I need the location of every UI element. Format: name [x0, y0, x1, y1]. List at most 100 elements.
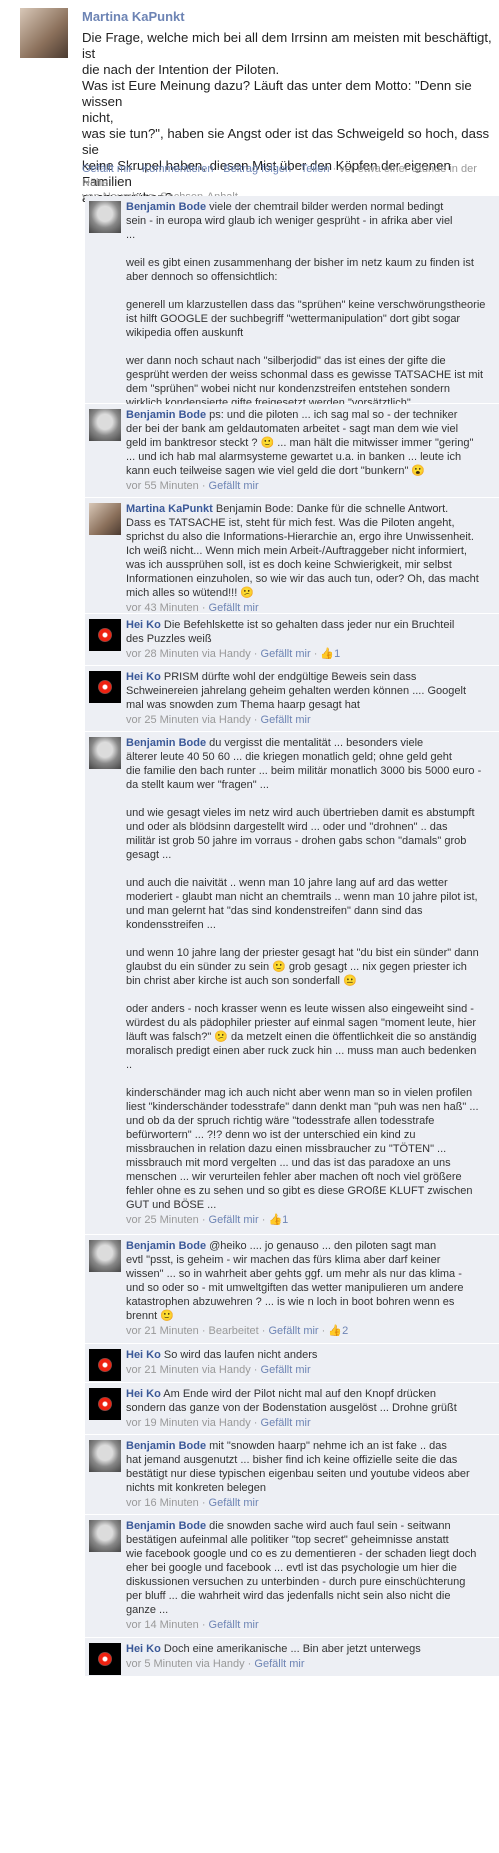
comment-meta: vor 5 Minuten via Handy · Gefällt mir	[126, 1657, 494, 1671]
comment-content: PRISM dürfte wohl der endgültige Beweis …	[126, 671, 467, 711]
comment-text: Hei Ko PRISM dürfte wohl der endgültige …	[126, 670, 494, 712]
comment-text: Hei Ko Die Befehlskette ist so gehalten …	[126, 618, 494, 646]
comment-time: vor 25 Minuten	[126, 1214, 199, 1226]
comment-content: Benjamin Bode: Danke für die schnelle An…	[126, 503, 479, 599]
comment-author[interactable]: Benjamin Bode	[126, 1240, 206, 1252]
avatar[interactable]	[89, 1440, 121, 1472]
avatar[interactable]	[89, 409, 121, 441]
like-link[interactable]: Gefällt mir	[209, 1497, 259, 1509]
like-link[interactable]: Gefällt mir	[261, 1417, 311, 1429]
comment-link[interactable]: Kommentieren	[142, 163, 214, 175]
like-link[interactable]: Gefällt mir	[268, 1325, 318, 1337]
comment-time: vor 5 Minuten via Handy	[126, 1658, 245, 1670]
comment: Hei Ko PRISM dürfte wohl der endgültige …	[85, 666, 499, 732]
comment-list: Benjamin Bode viele der chemtrail bilder…	[85, 196, 499, 1677]
comment: Benjamin Bode viele der chemtrail bilder…	[85, 196, 499, 536]
separator: ·	[250, 648, 261, 660]
like-link[interactable]: Gefällt mir	[209, 1619, 259, 1631]
comment-time: vor 21 Minuten · Bearbeitet	[126, 1325, 259, 1337]
comment: Hei Ko Am Ende wird der Pilot nicht mal …	[85, 1383, 499, 1435]
comment-body: Martina KaPunkt Benjamin Bode: Danke für…	[126, 502, 494, 615]
comment-author[interactable]: Hei Ko	[126, 1643, 161, 1655]
comment-author[interactable]: Benjamin Bode	[126, 737, 206, 749]
separator: ·	[250, 1364, 261, 1376]
like-link[interactable]: Gefällt mir	[82, 163, 132, 175]
comment-body: Hei Ko Die Befehlskette ist so gehalten …	[126, 618, 494, 661]
comment: Martina KaPunkt Benjamin Bode: Danke für…	[85, 498, 499, 614]
separator: ·	[198, 1214, 209, 1226]
comment-time: vor 14 Minuten	[126, 1619, 199, 1631]
like-link[interactable]: Gefällt mir	[261, 648, 311, 660]
comment-meta: vor 25 Minuten · Gefällt mir · 👍1	[126, 1213, 494, 1227]
comment-content: Doch eine amerikanische ... Bin aber jet…	[160, 1643, 421, 1655]
separator: ·	[198, 1497, 209, 1509]
comment-author[interactable]: Hei Ko	[126, 619, 161, 631]
like-link[interactable]: Gefällt mir	[261, 714, 311, 726]
like-link[interactable]: Gefällt mir	[261, 1364, 311, 1376]
avatar[interactable]	[89, 503, 121, 535]
comment-time: vor 55 Minuten	[126, 480, 199, 492]
comment: Hei Ko Die Befehlskette ist so gehalten …	[85, 614, 499, 666]
avatar[interactable]	[89, 671, 121, 703]
comment-text: Hei Ko So wird das laufen nicht anders	[126, 1348, 494, 1362]
comment-time: vor 25 Minuten via Handy	[126, 714, 251, 726]
comment-author[interactable]: Benjamin Bode	[126, 1440, 206, 1452]
like-link[interactable]: Gefällt mir	[209, 602, 259, 614]
comment-body: Hei Ko Doch eine amerikanische ... Bin a…	[126, 1642, 494, 1671]
follow-link[interactable]: Beitrag folgen	[223, 163, 291, 175]
avatar[interactable]	[89, 1520, 121, 1552]
comment-meta: vor 14 Minuten · Gefällt mir	[126, 1618, 494, 1632]
thumbs-up-icon[interactable]: 👍	[320, 648, 334, 660]
comment-meta: vor 21 Minuten via Handy · Gefällt mir	[126, 1363, 494, 1377]
like-link[interactable]: Gefällt mir	[209, 1214, 259, 1226]
comment-text: Benjamin Bode mit "snowden haarp" nehme …	[126, 1439, 494, 1495]
comment-time: vor 19 Minuten via Handy	[126, 1417, 251, 1429]
avatar[interactable]	[89, 201, 121, 233]
comment-author[interactable]: Martina KaPunkt	[126, 503, 213, 515]
comment: Benjamin Bode mit "snowden haarp" nehme …	[85, 1435, 499, 1515]
separator: ·	[198, 480, 209, 492]
comment-author[interactable]: Hei Ko	[126, 1388, 161, 1400]
comment-body: Hei Ko PRISM dürfte wohl der endgültige …	[126, 670, 494, 727]
thumbs-up-icon[interactable]: 👍	[328, 1325, 342, 1337]
comment-text: Benjamin Bode @heiko .... jo genauso ...…	[126, 1239, 494, 1323]
comment-time: vor 21 Minuten via Handy	[126, 1364, 251, 1376]
comment-author[interactable]: Hei Ko	[126, 1349, 161, 1361]
comment-author[interactable]: Benjamin Bode	[126, 409, 206, 421]
like-link[interactable]: Gefällt mir	[209, 480, 259, 492]
comment-author[interactable]: Hei Ko	[126, 671, 161, 683]
comment-content: du vergisst die mentalität ... besonders…	[126, 737, 482, 1211]
separator: ·	[198, 1619, 209, 1631]
comment-author[interactable]: Benjamin Bode	[126, 1520, 206, 1532]
comment-meta: vor 55 Minuten · Gefällt mir	[126, 479, 494, 493]
comment-body: Benjamin Bode die snowden sache wird auc…	[126, 1519, 494, 1632]
share-link[interactable]: Teilen	[301, 163, 330, 175]
like-link[interactable]: Gefällt mir	[254, 1658, 304, 1670]
like-count[interactable]: 1	[282, 1214, 288, 1226]
comment: Hei Ko So wird das laufen nicht anders vo…	[85, 1344, 499, 1383]
avatar[interactable]	[89, 1240, 121, 1272]
like-count[interactable]: 2	[342, 1325, 348, 1337]
comment-content: Die Befehlskette ist so gehalten dass je…	[126, 619, 455, 645]
comment-body: Benjamin Bode du vergisst die mentalität…	[126, 736, 494, 1227]
comment-content: die snowden sache wird auch faul sein - …	[126, 1520, 477, 1616]
separator: ·	[258, 1214, 269, 1226]
separator: ·	[310, 648, 321, 660]
like-count[interactable]: 1	[334, 648, 340, 660]
post-author[interactable]: Martina KaPunkt	[82, 10, 185, 24]
separator: ·	[198, 602, 209, 614]
avatar[interactable]	[89, 1388, 121, 1420]
avatar[interactable]	[89, 737, 121, 769]
comment-author[interactable]: Benjamin Bode	[126, 201, 206, 213]
comment-text: Hei Ko Am Ende wird der Pilot nicht mal …	[126, 1387, 494, 1415]
comment-text: Benjamin Bode die snowden sache wird auc…	[126, 1519, 494, 1617]
avatar[interactable]	[89, 1349, 121, 1381]
comment: Benjamin Bode du vergisst die mentalität…	[85, 732, 499, 1235]
avatar[interactable]	[20, 8, 68, 58]
comment-text: Hei Ko Doch eine amerikanische ... Bin a…	[126, 1642, 494, 1656]
thumbs-up-icon[interactable]: 👍	[268, 1214, 282, 1226]
avatar[interactable]	[89, 619, 121, 651]
comment-meta: vor 28 Minuten via Handy · Gefällt mir ·…	[126, 647, 494, 661]
separator: ·	[244, 1658, 255, 1670]
avatar[interactable]	[89, 1643, 121, 1675]
